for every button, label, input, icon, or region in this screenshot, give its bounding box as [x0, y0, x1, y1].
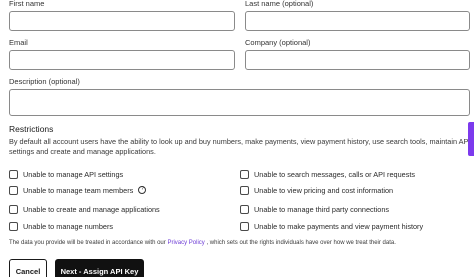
feedback-tab[interactable] [468, 122, 474, 156]
restriction-third-party[interactable]: Unable to manage third party connections [240, 203, 389, 215]
first-name-label: First name [9, 0, 45, 8]
restriction-label: Unable to create and manage applications [23, 204, 160, 214]
checkbox[interactable] [9, 169, 18, 179]
checkbox[interactable] [9, 221, 18, 231]
restriction-label: Unable to manage team members [23, 185, 134, 195]
checkbox[interactable] [240, 204, 249, 214]
notice-text-after: , which sets out the rights individuals … [204, 240, 396, 246]
email-label: Email [9, 38, 28, 47]
restriction-team-members[interactable]: Unable to manage team members ? [9, 184, 147, 196]
question-circle-icon[interactable]: ? [138, 186, 147, 194]
last-name-label: Last name (optional) [245, 0, 314, 8]
restriction-applications[interactable]: Unable to create and manage applications [9, 203, 160, 215]
cancel-button[interactable]: Cancel [9, 259, 47, 277]
checkbox[interactable] [9, 204, 18, 214]
restriction-label: Unable to manage API settings [23, 169, 124, 179]
privacy-notice: The data you provide will be treated in … [9, 240, 396, 246]
checkbox[interactable] [240, 221, 249, 231]
restriction-label: Unable to make payments and view payment… [254, 221, 424, 231]
restriction-label: Unable to search messages, calls or API … [254, 169, 416, 179]
checkbox[interactable] [240, 169, 249, 179]
restriction-label: Unable to view pricing and cost informat… [254, 185, 394, 195]
restrictions-title: Restrictions [9, 124, 54, 134]
last-name-input[interactable] [245, 11, 470, 31]
description-input[interactable] [9, 89, 470, 116]
restriction-label: Unable to manage third party connections [254, 204, 390, 214]
restriction-api-settings[interactable]: Unable to manage API settings [9, 168, 123, 180]
company-input[interactable] [245, 50, 470, 70]
first-name-input[interactable] [9, 11, 235, 31]
restriction-numbers[interactable]: Unable to manage numbers [9, 220, 113, 232]
checkbox[interactable] [9, 185, 18, 195]
checkbox[interactable] [240, 185, 249, 195]
restrictions-description: By default all account users have the ab… [9, 137, 471, 156]
privacy-policy-link[interactable]: Privacy Policy [167, 240, 204, 246]
restriction-search[interactable]: Unable to search messages, calls or API … [240, 168, 415, 180]
next-assign-api-key-button[interactable]: Next - Assign API Key [55, 259, 144, 277]
email-input[interactable] [9, 50, 235, 70]
restriction-label: Unable to manage numbers [23, 221, 114, 231]
company-label: Company (optional) [245, 38, 311, 47]
notice-text-before: The data you provide will be treated in … [9, 240, 168, 246]
description-label: Description (optional) [9, 77, 80, 86]
restriction-payments[interactable]: Unable to make payments and view payment… [240, 220, 423, 232]
restriction-pricing[interactable]: Unable to view pricing and cost informat… [240, 184, 393, 196]
